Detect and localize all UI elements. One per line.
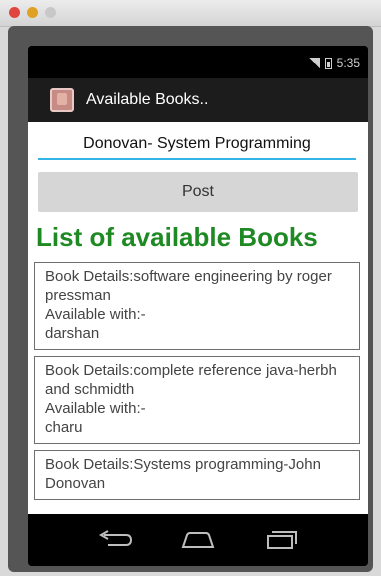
minimize-window-button[interactable] [27,7,38,18]
book-details: Book Details:Systems programming-John Do… [45,456,321,492]
app-icon[interactable] [50,88,74,112]
navigation-bar [28,514,368,566]
available-label: Available with:- [45,306,146,323]
list-heading: List of available Books [36,222,318,252]
book-list[interactable]: Book Details:software engineering by rog… [34,262,360,506]
book-details: Book Details:complete reference java-her… [45,362,337,398]
device-screen: 5:35 Available Books.. Post List of avai… [28,46,368,566]
emulator-title-bar [0,0,381,27]
home-icon[interactable] [180,530,216,555]
book-search-input[interactable] [38,130,356,160]
recents-icon[interactable] [264,530,300,555]
book-details: Book Details:software engineering by rog… [45,268,332,304]
book-list-item[interactable]: Book Details:complete reference java-her… [34,356,360,444]
close-window-button[interactable] [9,7,20,18]
signal-icon [308,58,320,68]
app-title: Available Books.. [86,91,209,108]
zoom-window-button[interactable] [45,7,56,18]
available-label: Available with:- [45,400,146,417]
back-icon[interactable] [98,530,134,555]
post-button[interactable]: Post [38,172,358,212]
status-bar: 5:35 [28,46,368,78]
battery-icon [324,57,332,69]
book-list-item[interactable]: Book Details:software engineering by rog… [34,262,360,350]
book-owner: charu [45,419,83,436]
action-bar: Available Books.. [28,78,368,122]
status-clock: 5:35 [336,56,360,70]
main-content[interactable]: Post List of available Books Book Detail… [28,122,368,514]
book-list-item[interactable]: Book Details:Systems programming-John Do… [34,450,360,500]
book-owner: darshan [45,325,100,342]
